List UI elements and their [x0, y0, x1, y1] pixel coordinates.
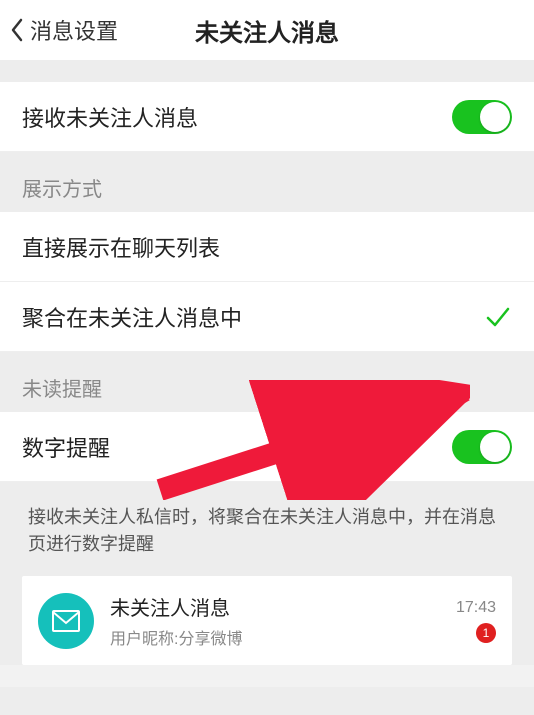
numeric-switch[interactable] — [452, 430, 512, 464]
row-aggregate[interactable]: 聚合在未关注人消息中 — [0, 282, 534, 352]
preview-subtitle: 用户昵称:分享微博 — [110, 625, 448, 649]
row-receive[interactable]: 接收未关注人消息 — [0, 82, 534, 152]
row-aggregate-label: 聚合在未关注人消息中 — [22, 301, 242, 333]
back-button[interactable]: 消息设置 — [10, 14, 118, 46]
description-text: 接收未关注人私信时，将聚合在未关注人消息中，并在消息页进行数字提醒 — [0, 482, 534, 576]
back-label: 消息设置 — [30, 14, 118, 46]
preview-card: 未关注人消息 用户昵称:分享微博 17:43 1 — [22, 576, 512, 665]
preview-time: 17:43 — [456, 599, 496, 617]
header-bar: 消息设置 未关注人消息 — [0, 0, 534, 60]
chevron-left-icon — [10, 18, 24, 42]
check-icon — [484, 303, 512, 331]
section-unread: 未读提醒 — [0, 352, 534, 412]
section-display-mode: 展示方式 — [0, 152, 534, 212]
avatar — [38, 593, 94, 649]
divider — [0, 60, 534, 82]
row-numeric[interactable]: 数字提醒 — [0, 412, 534, 482]
receive-switch[interactable] — [452, 100, 512, 134]
row-direct-label: 直接展示在聊天列表 — [22, 231, 220, 263]
row-numeric-label: 数字提醒 — [22, 431, 110, 463]
unread-badge: 1 — [476, 623, 496, 643]
row-direct[interactable]: 直接展示在聊天列表 — [0, 212, 534, 282]
row-receive-label: 接收未关注人消息 — [22, 101, 198, 133]
mail-icon — [52, 610, 80, 632]
divider — [0, 687, 534, 715]
preview-title: 未关注人消息 — [110, 592, 448, 621]
